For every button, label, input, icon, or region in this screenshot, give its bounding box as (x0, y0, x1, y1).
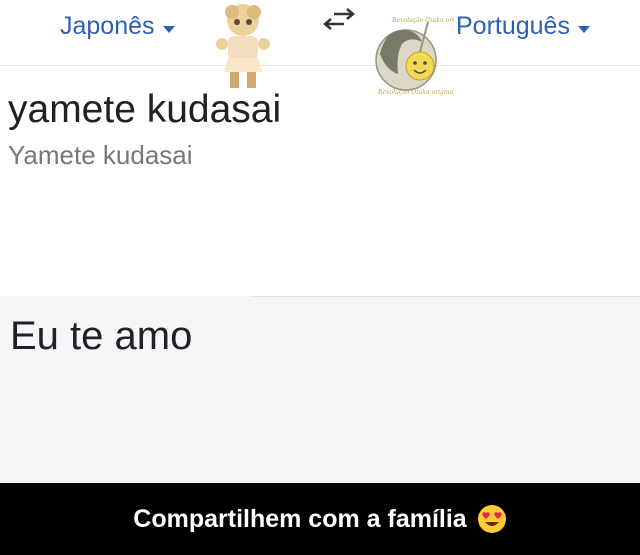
caption-bar: Compartilhem com a família (0, 483, 640, 555)
translation-result-text: Eu te amo (10, 314, 193, 358)
target-language-label: Português (456, 12, 570, 40)
target-language-selector[interactable]: Português (456, 12, 590, 41)
heart-eyes-emoji-icon (477, 505, 506, 533)
source-language-selector[interactable]: Japonês (60, 12, 175, 41)
chevron-down-icon (162, 26, 175, 33)
chevron-down-icon (577, 26, 590, 33)
source-language-label: Japonês (60, 12, 155, 40)
smiley-badge-watermark: Revolução Otaku original Revolução Otaku… (375, 17, 454, 96)
divider (250, 296, 640, 297)
svg-text:Revolução Otaku original: Revolução Otaku original (391, 17, 454, 24)
source-transliteration: Yamete kudasai (8, 140, 193, 170)
mascot-watermark (216, 4, 270, 88)
divider (0, 65, 640, 66)
svg-text:Revolução Otaku original: Revolução Otaku original (377, 89, 454, 96)
language-bar: Japonês Português (0, 0, 640, 66)
caption-text: Compartilhem com a família (133, 504, 467, 533)
translation-result-panel: Eu te amo (0, 296, 640, 483)
swap-arrows-icon[interactable] (322, 6, 356, 32)
source-text[interactable]: yamete kudasai (8, 88, 281, 132)
